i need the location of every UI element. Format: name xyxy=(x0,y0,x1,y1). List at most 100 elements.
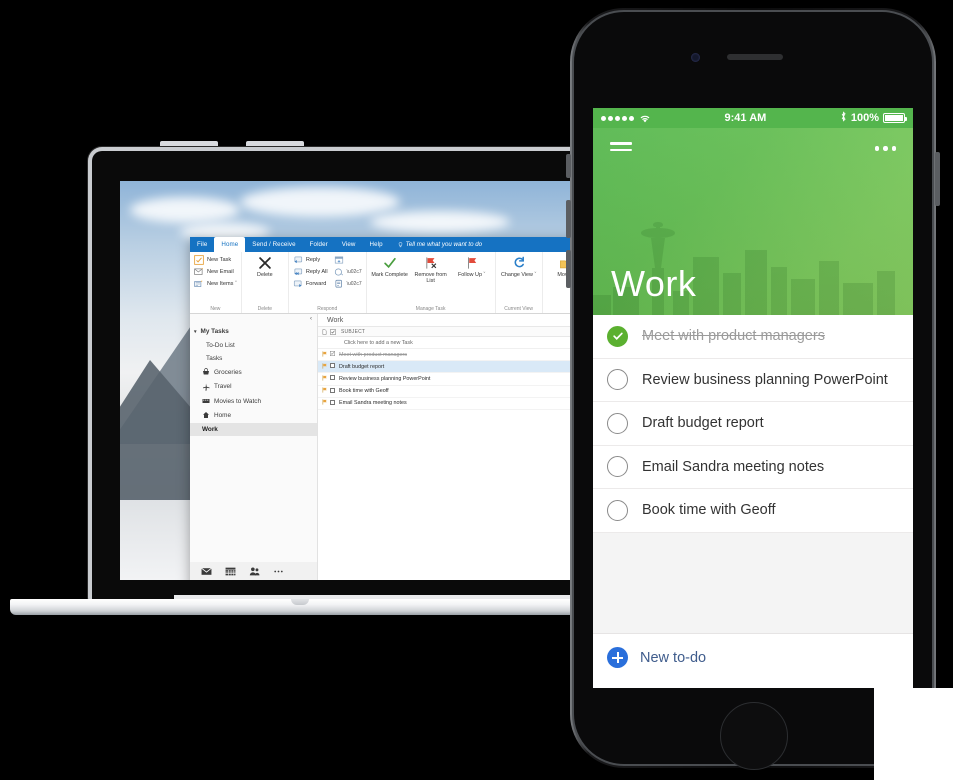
people-icon[interactable] xyxy=(249,564,260,580)
signal-dots-icon xyxy=(601,115,634,121)
sidebar-item-home[interactable]: Home xyxy=(190,408,317,422)
phone-volume-up-button[interactable] xyxy=(566,200,571,238)
remove-from-list-button[interactable]: Remove from List xyxy=(412,255,450,284)
todo-list: Meet with product managers Review busine… xyxy=(593,315,913,682)
page-title: Work xyxy=(611,263,697,304)
more-icon[interactable] xyxy=(874,146,896,151)
mail-icon[interactable] xyxy=(201,564,212,580)
mark-complete-button[interactable]: Mark Complete xyxy=(371,255,409,278)
flag-icon[interactable] xyxy=(322,387,330,395)
reply-icon xyxy=(294,256,302,264)
sidebar-item-to-do-list[interactable]: To-Do List xyxy=(190,338,317,351)
new-task-button[interactable]: New Task xyxy=(194,255,237,265)
phone-power-button[interactable] xyxy=(935,152,940,206)
new-task-label: New Task xyxy=(207,257,232,263)
meeting-button[interactable] xyxy=(334,255,362,265)
list-item[interactable]: Review business planning PowerPoint xyxy=(593,359,913,402)
ribbon-tab-bar: File Home Send / Receive Folder View Hel… xyxy=(190,237,614,252)
empty-list-area xyxy=(593,532,913,634)
todo-label: Book time with Geoff xyxy=(642,502,776,519)
ribbon-group-delete: Delete Delete xyxy=(242,252,289,313)
new-items-button[interactable]: New Items ˇ xyxy=(194,279,237,289)
ribbon-tab-home[interactable]: Home xyxy=(214,237,246,252)
plus-circle-icon xyxy=(607,647,628,668)
checked-circle-icon[interactable] xyxy=(607,325,628,347)
flag-icon[interactable] xyxy=(322,399,330,407)
unchecked-circle-icon[interactable] xyxy=(607,412,628,434)
phone-screen: 9:41 AM 100% Work Meet with product mana… xyxy=(593,108,913,688)
mark-complete-label: Mark Complete xyxy=(371,272,408,278)
ribbon-group-label-manage-task: Manage Task xyxy=(415,306,446,312)
complete-checkbox[interactable] xyxy=(330,399,339,407)
sidebar-item-my-tasks[interactable]: ▾ My Tasks xyxy=(190,325,317,338)
more-icon[interactable] xyxy=(273,564,284,580)
list-item[interactable]: Draft budget report xyxy=(593,402,913,446)
new-todo-button[interactable]: New to-do xyxy=(593,633,913,682)
flag-icon xyxy=(467,257,476,269)
reply-with-im-button[interactable]: \u02c7 xyxy=(334,279,362,289)
ribbon-group-manage-task: Mark Complete Remove from List Follow Up… xyxy=(367,252,496,313)
reply-more-icon xyxy=(334,268,343,276)
corner-white-block xyxy=(874,688,953,780)
screenshot-stage: File Home Send / Receive Folder View Hel… xyxy=(0,0,953,780)
sidebar-item-work[interactable]: Work xyxy=(190,422,317,436)
cloud-shape xyxy=(130,197,240,223)
plane-icon xyxy=(202,383,210,391)
ribbon-tab-file[interactable]: File xyxy=(190,237,214,252)
reply-all-icon xyxy=(294,268,302,276)
sidebar-item-travel[interactable]: Travel xyxy=(190,380,317,394)
new-email-button[interactable]: New Email xyxy=(194,267,237,277)
ribbon-tab-help[interactable]: Help xyxy=(363,237,390,252)
unchecked-circle-icon[interactable] xyxy=(607,456,628,478)
ribbon-tab-send-receive[interactable]: Send / Receive xyxy=(245,237,302,252)
laptop-lid: File Home Send / Receive Folder View Hel… xyxy=(88,147,618,602)
phone-earpiece-speaker xyxy=(727,54,783,60)
forward-button[interactable]: Forward xyxy=(293,279,328,289)
checkmark-icon xyxy=(383,257,396,269)
flag-icon[interactable] xyxy=(322,363,330,371)
phone-mute-switch[interactable] xyxy=(566,154,571,178)
tell-me-box[interactable]: Tell me what you want to do xyxy=(390,237,482,252)
im-icon xyxy=(335,279,342,288)
cloud-shape xyxy=(370,211,510,233)
list-item[interactable]: Book time with Geoff xyxy=(593,489,913,533)
complete-checkbox[interactable] xyxy=(330,387,339,395)
reply-all-button[interactable]: Reply All xyxy=(293,267,328,277)
laptop-base xyxy=(10,599,620,615)
more-respond-button[interactable]: \u02c7 xyxy=(334,267,362,277)
phone-volume-down-button[interactable] xyxy=(566,250,571,288)
sidebar-item-tasks[interactable]: Tasks xyxy=(190,352,317,365)
sidebar-label: Work xyxy=(202,425,218,433)
unchecked-circle-icon[interactable] xyxy=(607,369,628,391)
cloud-shape xyxy=(240,187,400,217)
bluetooth-icon xyxy=(840,111,847,125)
sidebar-label: Home xyxy=(214,411,232,419)
status-bar-right: 100% xyxy=(840,111,907,125)
hamburger-icon[interactable] xyxy=(610,142,632,155)
collapse-nav-button[interactable]: ‹ xyxy=(310,316,312,322)
ribbon-group-label-delete: Delete xyxy=(257,306,273,312)
ribbon-tab-folder[interactable]: Folder xyxy=(303,237,335,252)
delete-button[interactable]: Delete xyxy=(246,255,284,278)
phone-hero-header: Work xyxy=(593,128,913,315)
complete-checkbox[interactable] xyxy=(330,375,339,382)
sidebar-item-movies-to-watch[interactable]: Movies to Watch xyxy=(190,394,317,408)
calendar-icon[interactable] xyxy=(225,564,236,580)
new-email-label: New Email xyxy=(207,269,234,275)
change-view-label: Change View ˇ xyxy=(500,272,537,278)
change-view-button[interactable]: Change View ˇ xyxy=(500,255,538,278)
sidebar-item-groceries[interactable]: Groceries xyxy=(190,365,317,379)
phone-home-button[interactable] xyxy=(720,702,788,770)
remove-from-list-label: Remove from List xyxy=(414,272,447,285)
unchecked-circle-icon[interactable] xyxy=(607,499,628,521)
reply-button[interactable]: Reply xyxy=(293,255,328,265)
complete-checkbox[interactable] xyxy=(330,351,339,358)
ribbon-tab-view[interactable]: View xyxy=(335,237,363,252)
outlook-body: ‹ ▾ My Tasks To-Do List Tasks Groceries … xyxy=(190,314,614,580)
follow-up-button[interactable]: Follow Up ˇ xyxy=(453,255,491,278)
complete-checkbox[interactable] xyxy=(330,363,339,370)
flag-icon[interactable] xyxy=(322,375,330,383)
list-item[interactable]: Email Sandra meeting notes xyxy=(593,446,913,489)
flag-icon[interactable] xyxy=(322,351,330,359)
list-item[interactable]: Meet with product managers xyxy=(593,315,913,359)
